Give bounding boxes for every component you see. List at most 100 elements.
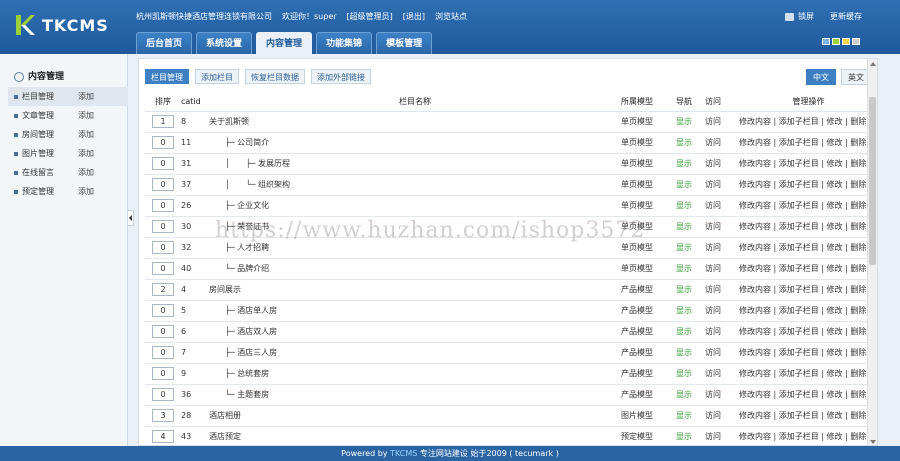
visit-link[interactable]: 访问 [705, 405, 739, 427]
nav-show-link[interactable]: 显示 [676, 405, 705, 427]
sort-input[interactable]: 2 [152, 283, 174, 296]
nav-show-link[interactable]: 显示 [676, 195, 705, 217]
sidebar-item-label[interactable]: 预定管理 [22, 186, 78, 197]
visit-link[interactable]: 访问 [705, 363, 739, 385]
manage-ops-links[interactable]: 修改内容 | 添加子栏目 | 修改 | 删除 [739, 111, 877, 133]
nav-show-link[interactable]: 显示 [676, 279, 705, 301]
footer-brand-link[interactable]: TKCMS [390, 449, 417, 458]
manage-ops-links[interactable]: 修改内容 | 添加子栏目 | 修改 | 删除 [739, 342, 877, 364]
sort-input[interactable]: 0 [152, 178, 174, 191]
sort-input[interactable]: 0 [152, 199, 174, 212]
sort-input[interactable]: 0 [152, 241, 174, 254]
sort-input[interactable]: 1 [152, 115, 174, 128]
manage-ops-links[interactable]: 修改内容 | 添加子栏目 | 修改 | 删除 [739, 153, 877, 175]
sort-input[interactable]: 0 [152, 220, 174, 233]
sidebar-item-add[interactable]: 添加 [78, 148, 94, 159]
skin-swatch[interactable] [822, 38, 830, 45]
tab-features[interactable]: 功能集锦 [316, 32, 373, 54]
nav-show-link[interactable]: 显示 [676, 384, 705, 406]
tab-system-settings[interactable]: 系统设置 [196, 32, 253, 54]
manage-ops-links[interactable]: 修改内容 | 添加子栏目 | 修改 | 删除 [739, 258, 877, 280]
manage-ops-links[interactable]: 修改内容 | 添加子栏目 | 修改 | 删除 [739, 132, 877, 154]
nav-show-link[interactable]: 显示 [676, 111, 705, 133]
sidebar-item-add[interactable]: 添加 [78, 110, 94, 121]
add-external-link-button[interactable]: 添加外部链接 [311, 69, 371, 84]
sort-input[interactable]: 0 [152, 325, 174, 338]
nav-show-link[interactable]: 显示 [676, 258, 705, 280]
sort-input[interactable]: 0 [152, 262, 174, 275]
visit-link[interactable]: 访问 [705, 237, 739, 259]
tab-templates[interactable]: 模板管理 [376, 32, 433, 54]
sidebar-item-label[interactable]: 房间管理 [22, 129, 78, 140]
sidebar-item-label[interactable]: 在线留言 [22, 167, 78, 178]
visit-link[interactable]: 访问 [705, 216, 739, 238]
skin-swatch[interactable] [842, 38, 850, 45]
add-column-button[interactable]: 添加栏目 [195, 69, 239, 84]
visit-link[interactable]: 访问 [705, 279, 739, 301]
manage-ops-links[interactable]: 修改内容 | 添加子栏目 | 修改 | 删除 [739, 279, 877, 301]
restore-column-button[interactable]: 恢复栏目数据 [245, 69, 305, 84]
nav-show-link[interactable]: 显示 [676, 363, 705, 385]
visit-link[interactable]: 访问 [705, 426, 739, 445]
nav-show-link[interactable]: 显示 [676, 342, 705, 364]
sort-input[interactable]: 4 [152, 430, 174, 443]
nav-show-link[interactable]: 显示 [676, 426, 705, 445]
visit-link[interactable]: 访问 [705, 342, 739, 364]
manage-ops-links[interactable]: 修改内容 | 添加子栏目 | 修改 | 删除 [739, 321, 877, 343]
update-cache-button[interactable]: 更新缓存 [830, 11, 862, 22]
sort-input[interactable]: 3 [152, 409, 174, 422]
sort-input[interactable]: 0 [152, 304, 174, 317]
tab-home[interactable]: 后台首页 [136, 32, 193, 54]
sidebar-item-label[interactable]: 栏目管理 [22, 91, 78, 102]
visit-link[interactable]: 访问 [705, 321, 739, 343]
nav-show-link[interactable]: 显示 [676, 174, 705, 196]
tab-content-management[interactable]: 内容管理 [256, 32, 313, 54]
visit-link[interactable]: 访问 [705, 258, 739, 280]
sidebar-item-add[interactable]: 添加 [78, 91, 94, 102]
visit-link[interactable]: 访问 [705, 111, 739, 133]
sort-input[interactable]: 0 [152, 346, 174, 359]
nav-show-link[interactable]: 显示 [676, 321, 705, 343]
sidebar-item-add[interactable]: 添加 [78, 129, 94, 140]
manage-ops-links[interactable]: 修改内容 | 添加子栏目 | 修改 | 删除 [739, 195, 877, 217]
sidebar-item-add[interactable]: 添加 [78, 167, 94, 178]
nav-show-link[interactable]: 显示 [676, 216, 705, 238]
skin-swatch[interactable] [832, 38, 840, 45]
manage-ops-links[interactable]: 修改内容 | 添加子栏目 | 修改 | 删除 [739, 405, 877, 427]
visit-link[interactable]: 访问 [705, 384, 739, 406]
manage-ops-links[interactable]: 修改内容 | 添加子栏目 | 修改 | 删除 [739, 237, 877, 259]
sort-input[interactable]: 0 [152, 136, 174, 149]
visit-link[interactable]: 访问 [705, 174, 739, 196]
manage-ops-links[interactable]: 修改内容 | 添加子栏目 | 修改 | 删除 [739, 300, 877, 322]
column-manage-button[interactable]: 栏目管理 [145, 69, 189, 84]
visit-link[interactable]: 访问 [705, 132, 739, 154]
nav-show-link[interactable]: 显示 [676, 153, 705, 175]
visit-link[interactable]: 访问 [705, 195, 739, 217]
sort-input[interactable]: 0 [152, 157, 174, 170]
lock-screen-button[interactable]: 锁屏 [785, 11, 814, 22]
scroll-up-arrow-icon[interactable] [870, 62, 876, 66]
manage-ops-links[interactable]: 修改内容 | 添加子栏目 | 修改 | 删除 [739, 174, 877, 196]
manage-ops-links[interactable]: 修改内容 | 添加子栏目 | 修改 | 删除 [739, 363, 877, 385]
sidebar-item-label[interactable]: 文章管理 [22, 110, 78, 121]
nav-show-link[interactable]: 显示 [676, 237, 705, 259]
logout-link[interactable]: [退出] [403, 11, 425, 22]
visit-link[interactable]: 访问 [705, 153, 739, 175]
sort-input[interactable]: 0 [152, 388, 174, 401]
sort-input[interactable]: 0 [152, 367, 174, 380]
browse-site-link[interactable]: 浏览站点 [435, 11, 467, 22]
scrollbar-thumb[interactable] [869, 97, 876, 265]
scroll-down-arrow-icon[interactable] [870, 440, 876, 444]
manage-ops-links[interactable]: 修改内容 | 添加子栏目 | 修改 | 删除 [739, 216, 877, 238]
nav-show-link[interactable]: 显示 [676, 132, 705, 154]
vertical-scrollbar[interactable] [867, 59, 877, 445]
manage-ops-links[interactable]: 修改内容 | 添加子栏目 | 修改 | 删除 [739, 384, 877, 406]
lang-chinese-button[interactable]: 中文 [806, 69, 836, 85]
nav-show-link[interactable]: 显示 [676, 300, 705, 322]
sidebar-item-label[interactable]: 图片管理 [22, 148, 78, 159]
manage-ops-links[interactable]: 修改内容 | 添加子栏目 | 修改 | 删除 [739, 426, 877, 445]
sidebar-item-add[interactable]: 添加 [78, 186, 94, 197]
visit-link[interactable]: 访问 [705, 300, 739, 322]
sidebar-collapse-button[interactable] [128, 210, 134, 226]
skin-swatch[interactable] [852, 38, 860, 45]
